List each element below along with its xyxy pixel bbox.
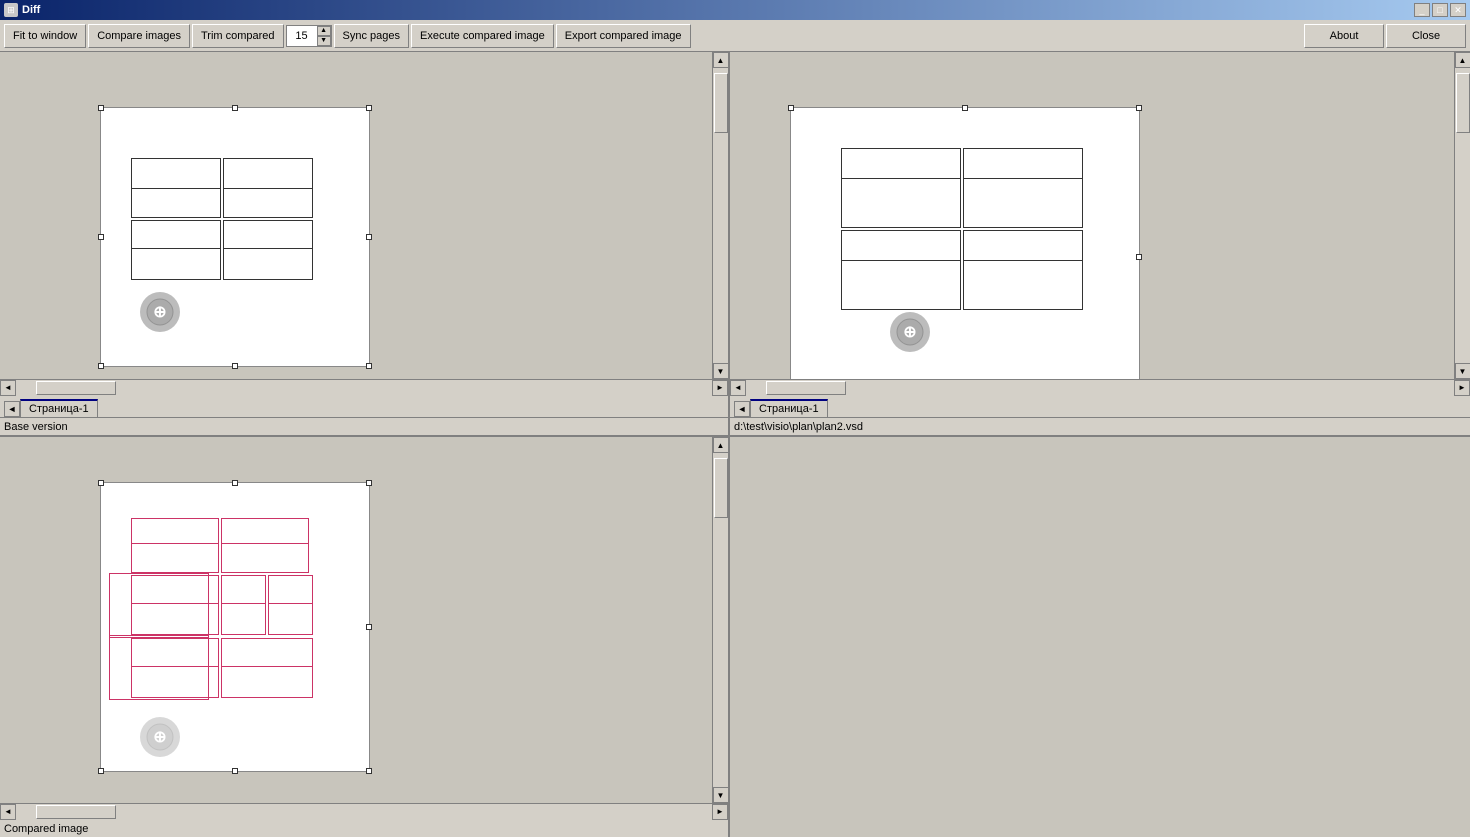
b-scroll-left-btn[interactable]: ◄ [0, 804, 16, 820]
app-icon: ⊞ [4, 3, 18, 17]
left-top-tab-bar: ◄ Страница-1 [0, 395, 728, 417]
bottom-status-text: Compared image [4, 823, 88, 835]
b-h-scroll-thumb[interactable] [36, 805, 116, 819]
bottom-status: Compared image [0, 819, 728, 837]
close-window-button[interactable]: ✕ [1450, 3, 1466, 17]
right-move-cursor-icon: ⊕ [890, 312, 930, 352]
spin-control[interactable]: ▲ ▼ [286, 25, 332, 47]
r-scroll-thumb[interactable] [1456, 73, 1470, 133]
left-top-status: Base version [0, 417, 728, 435]
spin-up-button[interactable]: ▲ [317, 26, 331, 36]
b-scroll-down-btn[interactable]: ▼ [713, 787, 729, 803]
sync-pages-button[interactable]: Sync pages [334, 24, 409, 48]
scroll-track[interactable] [713, 68, 729, 363]
bottom-section: ⊕ ▲ ▼ ◄ ► [0, 437, 1470, 837]
svg-text:⊕: ⊕ [903, 324, 916, 341]
right-top-tab-bar: ◄ Страница-1 [730, 395, 1470, 417]
main-container: ⊕ ▲ ▼ ◄ ► [0, 52, 1470, 837]
b-scroll-up-btn[interactable]: ▲ [713, 437, 729, 453]
r-scroll-track[interactable] [1455, 68, 1470, 363]
scroll-right-btn[interactable]: ► [712, 380, 728, 396]
r-scroll-down-btn[interactable]: ▼ [1455, 363, 1470, 379]
h-scroll-track[interactable] [16, 380, 712, 396]
compare-images-button[interactable]: Compare images [88, 24, 190, 48]
left-top-vscrollbar[interactable]: ▲ ▼ [712, 52, 728, 379]
scroll-thumb[interactable] [714, 73, 728, 133]
r-tab-left-arrow[interactable]: ◄ [734, 401, 750, 417]
left-top-status-text: Base version [4, 421, 68, 433]
b-scroll-track[interactable] [713, 453, 729, 787]
r-scroll-up-btn[interactable]: ▲ [1455, 52, 1470, 68]
left-top-panel: ⊕ ▲ ▼ ◄ ► [0, 52, 730, 435]
right-top-vscrollbar[interactable]: ▲ ▼ [1454, 52, 1470, 379]
maximize-button[interactable]: □ [1432, 3, 1448, 17]
r-h-scroll-track[interactable] [746, 380, 1454, 396]
r-scroll-right-btn[interactable]: ► [1454, 380, 1470, 396]
bottom-left-panel: ⊕ ▲ ▼ ◄ ► [0, 437, 730, 837]
scroll-left-btn[interactable]: ◄ [0, 380, 16, 396]
right-top-status: d:\test\visio\plan\plan2.vsd [730, 417, 1470, 435]
right-top-hscrollbar[interactable]: ◄ ► [730, 379, 1470, 395]
left-top-hscrollbar[interactable]: ◄ ► [0, 379, 728, 395]
b-h-scroll-track[interactable] [16, 804, 712, 820]
minimize-button[interactable]: _ [1414, 3, 1430, 17]
right-top-tab[interactable]: Страница-1 [750, 399, 828, 417]
left-top-tab[interactable]: Страница-1 [20, 399, 98, 417]
scroll-up-btn[interactable]: ▲ [713, 52, 729, 68]
b-scroll-thumb[interactable] [714, 458, 728, 518]
move-cursor-icon: ⊕ [140, 292, 180, 332]
r-h-scroll-thumb[interactable] [766, 381, 846, 395]
left-top-canvas[interactable]: ⊕ [0, 52, 712, 379]
toolbar: Fit to window Compare images Trim compar… [0, 20, 1470, 52]
bottom-canvas[interactable]: ⊕ [0, 437, 712, 803]
about-button[interactable]: About [1304, 24, 1384, 48]
tab-left-arrow[interactable]: ◄ [4, 401, 20, 417]
export-compared-button[interactable]: Export compared image [556, 24, 691, 48]
scroll-down-btn[interactable]: ▼ [713, 363, 729, 379]
trim-compared-button[interactable]: Trim compared [192, 24, 284, 48]
svg-text:⊕: ⊕ [153, 304, 166, 321]
close-button[interactable]: Close [1386, 24, 1466, 48]
right-top-canvas[interactable]: ⊕ [730, 52, 1454, 379]
spin-input[interactable] [287, 26, 317, 46]
b-scroll-right-btn[interactable]: ► [712, 804, 728, 820]
right-bottom-area [730, 437, 1470, 837]
r-scroll-left-btn[interactable]: ◄ [730, 380, 746, 396]
bottom-vscrollbar[interactable]: ▲ ▼ [712, 437, 728, 803]
app-title: Diff [22, 4, 40, 16]
right-top-panel: ⊕ ▲ ▼ ◄ ► [730, 52, 1470, 435]
h-scroll-thumb[interactable] [36, 381, 116, 395]
right-top-status-text: d:\test\visio\plan\plan2.vsd [734, 421, 863, 433]
bottom-hscrollbar[interactable]: ◄ ► [0, 803, 728, 819]
title-bar: ⊞ Diff _ □ ✕ [0, 0, 1470, 20]
fit-to-window-button[interactable]: Fit to window [4, 24, 86, 48]
bottom-move-cursor-icon: ⊕ [140, 717, 180, 757]
svg-text:⊕: ⊕ [153, 729, 166, 746]
execute-compared-button[interactable]: Execute compared image [411, 24, 554, 48]
spin-down-button[interactable]: ▼ [317, 36, 331, 46]
